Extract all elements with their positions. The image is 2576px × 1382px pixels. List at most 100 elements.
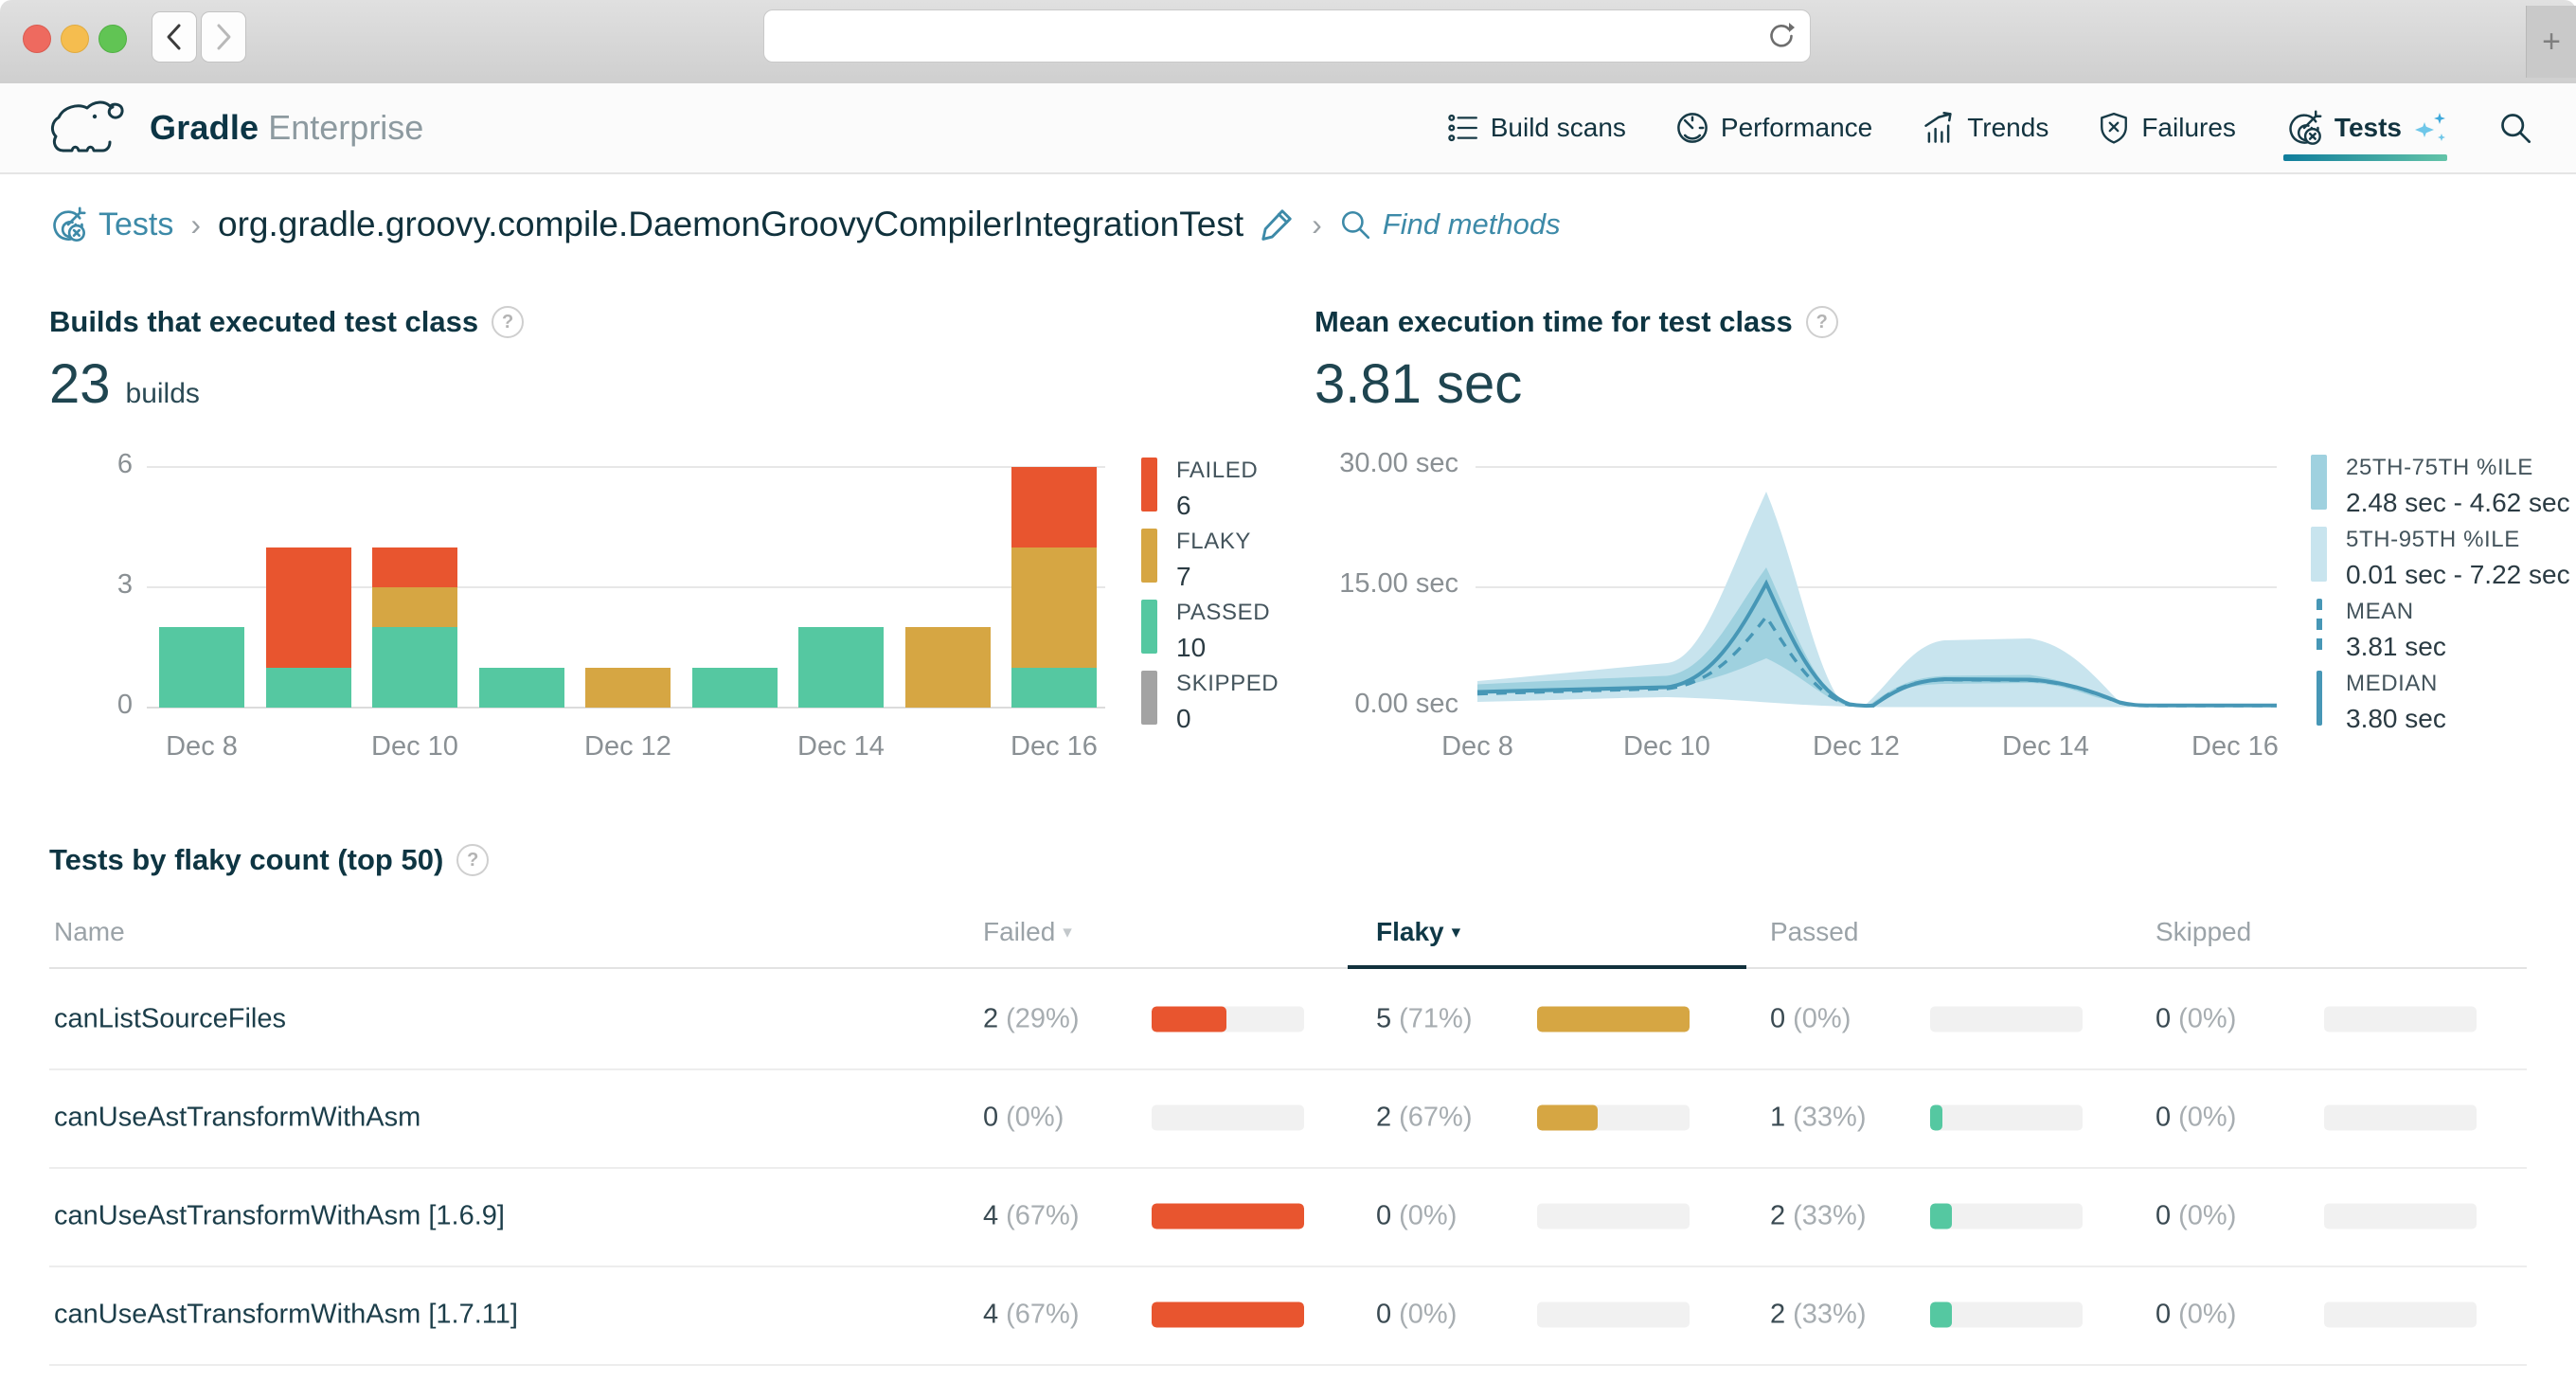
nav-search-button[interactable] [2498, 83, 2532, 172]
table-row[interactable]: canUseAstTransformWithAsm [1.6.9]4(67%)0… [49, 1167, 2527, 1267]
flaky-percent: (0%) [1399, 1201, 1457, 1231]
passed-bar [1930, 1105, 2083, 1131]
bar-segment-passed [798, 627, 884, 708]
skipped-bar [2324, 1105, 2477, 1131]
main-nav: Build scans Performance [1422, 83, 2557, 172]
x-tick-label: Dec 10 [1623, 731, 1710, 763]
nav-item-tests[interactable]: Tests [2285, 83, 2449, 172]
x-tick-label: Dec 14 [797, 731, 885, 763]
nav-label: Trends [1967, 113, 2048, 143]
find-methods-link[interactable]: Find methods [1383, 207, 1561, 242]
skipped-count: 0(0%) [2156, 1300, 2236, 1331]
failed-count: 4(67%) [983, 1201, 1080, 1232]
browser-forward-button[interactable] [201, 11, 246, 63]
legend-count: 10 [1176, 633, 1270, 663]
bar-segment-passed [372, 627, 457, 708]
test-name[interactable]: canUseAstTransformWithAsm [54, 1103, 420, 1134]
minimize-window-button[interactable] [61, 25, 89, 53]
passed-percent: (33%) [1793, 1300, 1866, 1330]
column-header-flaky[interactable]: Flaky▾ [1376, 917, 1460, 947]
test-name[interactable]: canUseAstTransformWithAsm [1.6.9] [54, 1201, 505, 1232]
column-header-passed: Passed [1770, 917, 1858, 947]
x-tick-label: Dec 12 [1813, 731, 1900, 763]
brand[interactable]: Gradle Enterprise [49, 99, 423, 157]
test-name[interactable]: canUseAstTransformWithAsm [1.7.11] [54, 1300, 518, 1331]
passed-bar-fill [1930, 1204, 1952, 1229]
close-window-button[interactable] [23, 25, 51, 53]
table-row[interactable]: canListSourceFiles2(29%)5(71%)0(0%)0(0%) [49, 970, 2527, 1070]
passed-bar [1930, 1007, 2083, 1032]
reload-icon[interactable] [1766, 21, 1797, 51]
median-line [1477, 583, 2277, 706]
chevron-left-icon [164, 23, 185, 51]
legend-entry-mean: MEAN3.81 sec [2311, 599, 2446, 654]
nav-item-build-scans[interactable]: Build scans [1447, 83, 1626, 172]
legend-label: 5TH-95TH %ILE [2346, 527, 2570, 553]
skipped-bar [2324, 1204, 2477, 1229]
flaky-count: 2(67%) [1376, 1103, 1473, 1134]
legend-count: 6 [1176, 491, 1258, 521]
x-tick-label: Dec 8 [166, 731, 238, 763]
edit-pencil-icon[interactable] [1259, 206, 1295, 242]
nav-item-failures[interactable]: Failures [2098, 83, 2236, 172]
bar-segment-passed [692, 668, 778, 708]
find-methods-search-icon[interactable] [1339, 208, 1371, 241]
y-tick-label: 15.00 sec [1326, 568, 1458, 600]
failed-percent: (0%) [1006, 1103, 1064, 1133]
y-tick-label: 30.00 sec [1326, 448, 1458, 479]
table-row[interactable]: canUseAstTransformWithAsm [1.7.11]4(67%)… [49, 1265, 2527, 1366]
column-header-name: Name [54, 917, 125, 947]
column-header-label: Skipped [2156, 917, 2251, 947]
legend-label: MEAN [2346, 599, 2446, 625]
flaky-bar [1537, 1105, 1690, 1131]
failed-count: 2(29%) [983, 1004, 1080, 1035]
legend-text: PASSED10 [1176, 600, 1270, 654]
nav-label: Performance [1721, 113, 1872, 143]
bar-segment-failed [266, 547, 351, 668]
table-row[interactable]: canUseAstTransformWithAsm0(0%)2(67%)1(33… [49, 1068, 2527, 1169]
bar-segment-failed [372, 547, 457, 587]
exec-time-chart-title: Mean execution time for test class ? [1315, 305, 1838, 339]
builds-chart-title: Builds that executed test class ? [49, 305, 524, 339]
passed-bar [1930, 1302, 2083, 1328]
legend-value: 3.80 sec [2346, 704, 2446, 734]
browser-back-button[interactable] [152, 11, 197, 63]
browser-chrome: + [0, 0, 2576, 85]
maximize-window-button[interactable] [98, 25, 127, 53]
nav-item-trends[interactable]: Trends [1922, 83, 2048, 172]
passed-bar-fill [1930, 1105, 1942, 1131]
test-name[interactable]: canListSourceFiles [54, 1004, 286, 1035]
flaky-bar-fill [1537, 1007, 1690, 1032]
help-icon[interactable]: ? [1806, 306, 1838, 338]
failed-bar-fill [1152, 1302, 1304, 1328]
legend-swatch [1141, 671, 1157, 725]
flaky-count: 5(71%) [1376, 1004, 1473, 1035]
skipped-percent: (0%) [2178, 1201, 2236, 1231]
nav-item-performance[interactable]: Performance [1675, 83, 1872, 172]
skipped-bar [2324, 1302, 2477, 1328]
builds-metric: 23 builds [49, 352, 200, 416]
legend-swatch [2311, 599, 2327, 654]
bar-segment-flaky [585, 668, 671, 708]
legend-value: 0.01 sec - 7.22 sec [2346, 560, 2570, 590]
help-icon[interactable]: ? [456, 844, 489, 876]
column-header-failed[interactable]: Failed▾ [983, 917, 1072, 947]
breadcrumb-separator: › [1312, 207, 1322, 242]
failed-percent: (29%) [1006, 1004, 1079, 1034]
passed-percent: (33%) [1793, 1103, 1866, 1133]
legend-text: SKIPPED0 [1176, 671, 1279, 725]
flaky-percent: (0%) [1399, 1300, 1457, 1330]
flaky-bar [1537, 1302, 1690, 1328]
new-tab-button[interactable]: + [2526, 6, 2576, 78]
column-header-label: Passed [1770, 917, 1858, 947]
y-tick-label: 0.00 sec [1326, 689, 1458, 720]
skipped-percent: (0%) [2178, 1004, 2236, 1034]
legend-entry-passed: PASSED10 [1141, 600, 1270, 654]
y-tick-label: 6 [47, 449, 133, 480]
address-bar[interactable] [763, 9, 1811, 63]
flaky-bar-fill [1537, 1105, 1598, 1131]
breadcrumb-tests-link[interactable]: Tests [98, 206, 173, 243]
help-icon[interactable]: ? [492, 306, 524, 338]
legend-value: 2.48 sec - 4.62 sec [2346, 488, 2570, 518]
nav-label: Build scans [1491, 113, 1626, 143]
